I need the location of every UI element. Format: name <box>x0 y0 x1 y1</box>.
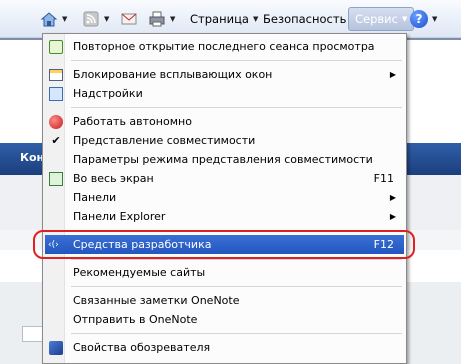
menu-item-label: Связанные заметки OneNote <box>73 294 240 307</box>
full-screen-icon <box>45 169 67 188</box>
security-menu-button[interactable]: Безопасность ▼ <box>263 7 356 31</box>
tools-menu: Повторное открытие последнего сеанса про… <box>42 33 407 364</box>
menu-item-popup-blocker[interactable]: Блокирование всплывающих окон ▶ <box>45 65 404 84</box>
menu-item-addons[interactable]: Надстройки <box>45 84 404 103</box>
popup-blocker-icon <box>45 65 67 84</box>
print-button[interactable]: ▼ <box>148 7 175 31</box>
menu-item-label: Работать автономно <box>73 115 192 128</box>
chevron-down-icon: ▼ <box>252 15 259 23</box>
menu-separator <box>71 333 402 334</box>
chevron-down-icon: ▼ <box>62 15 68 23</box>
menu-item-label: Свойства обозревателя <box>73 341 211 354</box>
shortcut-key: F11 <box>373 172 394 185</box>
menu-separator <box>71 286 402 287</box>
menu-item-label: Блокирование всплывающих окон <box>73 68 273 81</box>
printer-icon <box>148 10 166 28</box>
mail-button[interactable] <box>120 7 138 31</box>
menu-item-label: Панели <box>73 191 117 204</box>
help-button[interactable]: ? ▼ <box>410 7 437 31</box>
addons-icon <box>45 84 67 103</box>
menu-item-send-to-onenote[interactable]: Отправить в OneNote <box>45 310 404 329</box>
menu-item-label: Представление совместимости <box>73 134 256 147</box>
menu-item-full-screen[interactable]: Во весь экран F11 <box>45 169 404 188</box>
menu-item-compatibility-settings[interactable]: Параметры режима представления совместим… <box>45 150 404 169</box>
menu-item-label: Рекомендуемые сайты <box>73 266 206 279</box>
menu-item-label: Параметры режима представления совместим… <box>73 153 373 166</box>
chevron-down-icon: ▼ <box>104 15 110 23</box>
submenu-arrow-icon: ▶ <box>389 212 396 221</box>
chevron-down-icon: ▼ <box>432 15 438 23</box>
page-menu-button[interactable]: Страница ▼ <box>190 7 258 31</box>
menu-item-internet-options[interactable]: Свойства обозревателя <box>45 338 404 357</box>
reopen-session-icon <box>45 37 67 56</box>
menu-item-onenote-linked-notes[interactable]: Связанные заметки OneNote <box>45 291 404 310</box>
menu-item-label: Во весь экран <box>73 172 154 185</box>
chevron-down-icon: ▼ <box>170 15 176 23</box>
security-menu-label: Безопасность <box>263 12 347 26</box>
menu-item-label: Надстройки <box>73 87 143 100</box>
chevron-down-icon: ▼ <box>401 15 408 23</box>
rss-icon <box>82 10 100 28</box>
menu-item-label: Панели Explorer <box>73 210 166 223</box>
menu-separator <box>71 60 402 61</box>
home-icon <box>40 10 58 28</box>
feeds-button[interactable]: ▼ <box>82 7 109 31</box>
highlight-annotation-ring <box>33 230 415 259</box>
mail-icon <box>120 10 138 28</box>
menu-item-work-offline[interactable]: Работать автономно <box>45 112 404 131</box>
menu-item-toolbars[interactable]: Панели ▶ <box>45 188 404 207</box>
menu-item-reopen-session[interactable]: Повторное открытие последнего сеанса про… <box>45 37 404 56</box>
submenu-arrow-icon: ▶ <box>389 193 396 202</box>
submenu-arrow-icon: ▶ <box>389 70 396 79</box>
menu-item-explorer-bars[interactable]: Панели Explorer ▶ <box>45 207 404 226</box>
page-menu-label: Страница <box>190 12 249 26</box>
work-offline-icon <box>45 112 67 131</box>
menu-separator <box>71 107 402 108</box>
internet-options-icon <box>45 338 67 357</box>
banner-text: Кон <box>20 151 45 164</box>
help-icon: ? <box>410 10 428 28</box>
tools-menu-button[interactable]: Сервис ▼ <box>348 7 415 31</box>
home-button[interactable]: ▼ <box>40 7 67 31</box>
menu-separator <box>71 259 402 260</box>
tools-menu-label: Сервис <box>355 12 398 26</box>
menu-item-label: Повторное открытие последнего сеанса про… <box>73 40 375 53</box>
menu-item-label: Отправить в OneNote <box>73 313 198 326</box>
menu-item-compatibility-view[interactable]: ✔ Представление совместимости <box>45 131 404 150</box>
checkmark-icon: ✔ <box>51 134 61 147</box>
menu-item-suggested-sites[interactable]: Рекомендуемые сайты <box>45 263 404 282</box>
